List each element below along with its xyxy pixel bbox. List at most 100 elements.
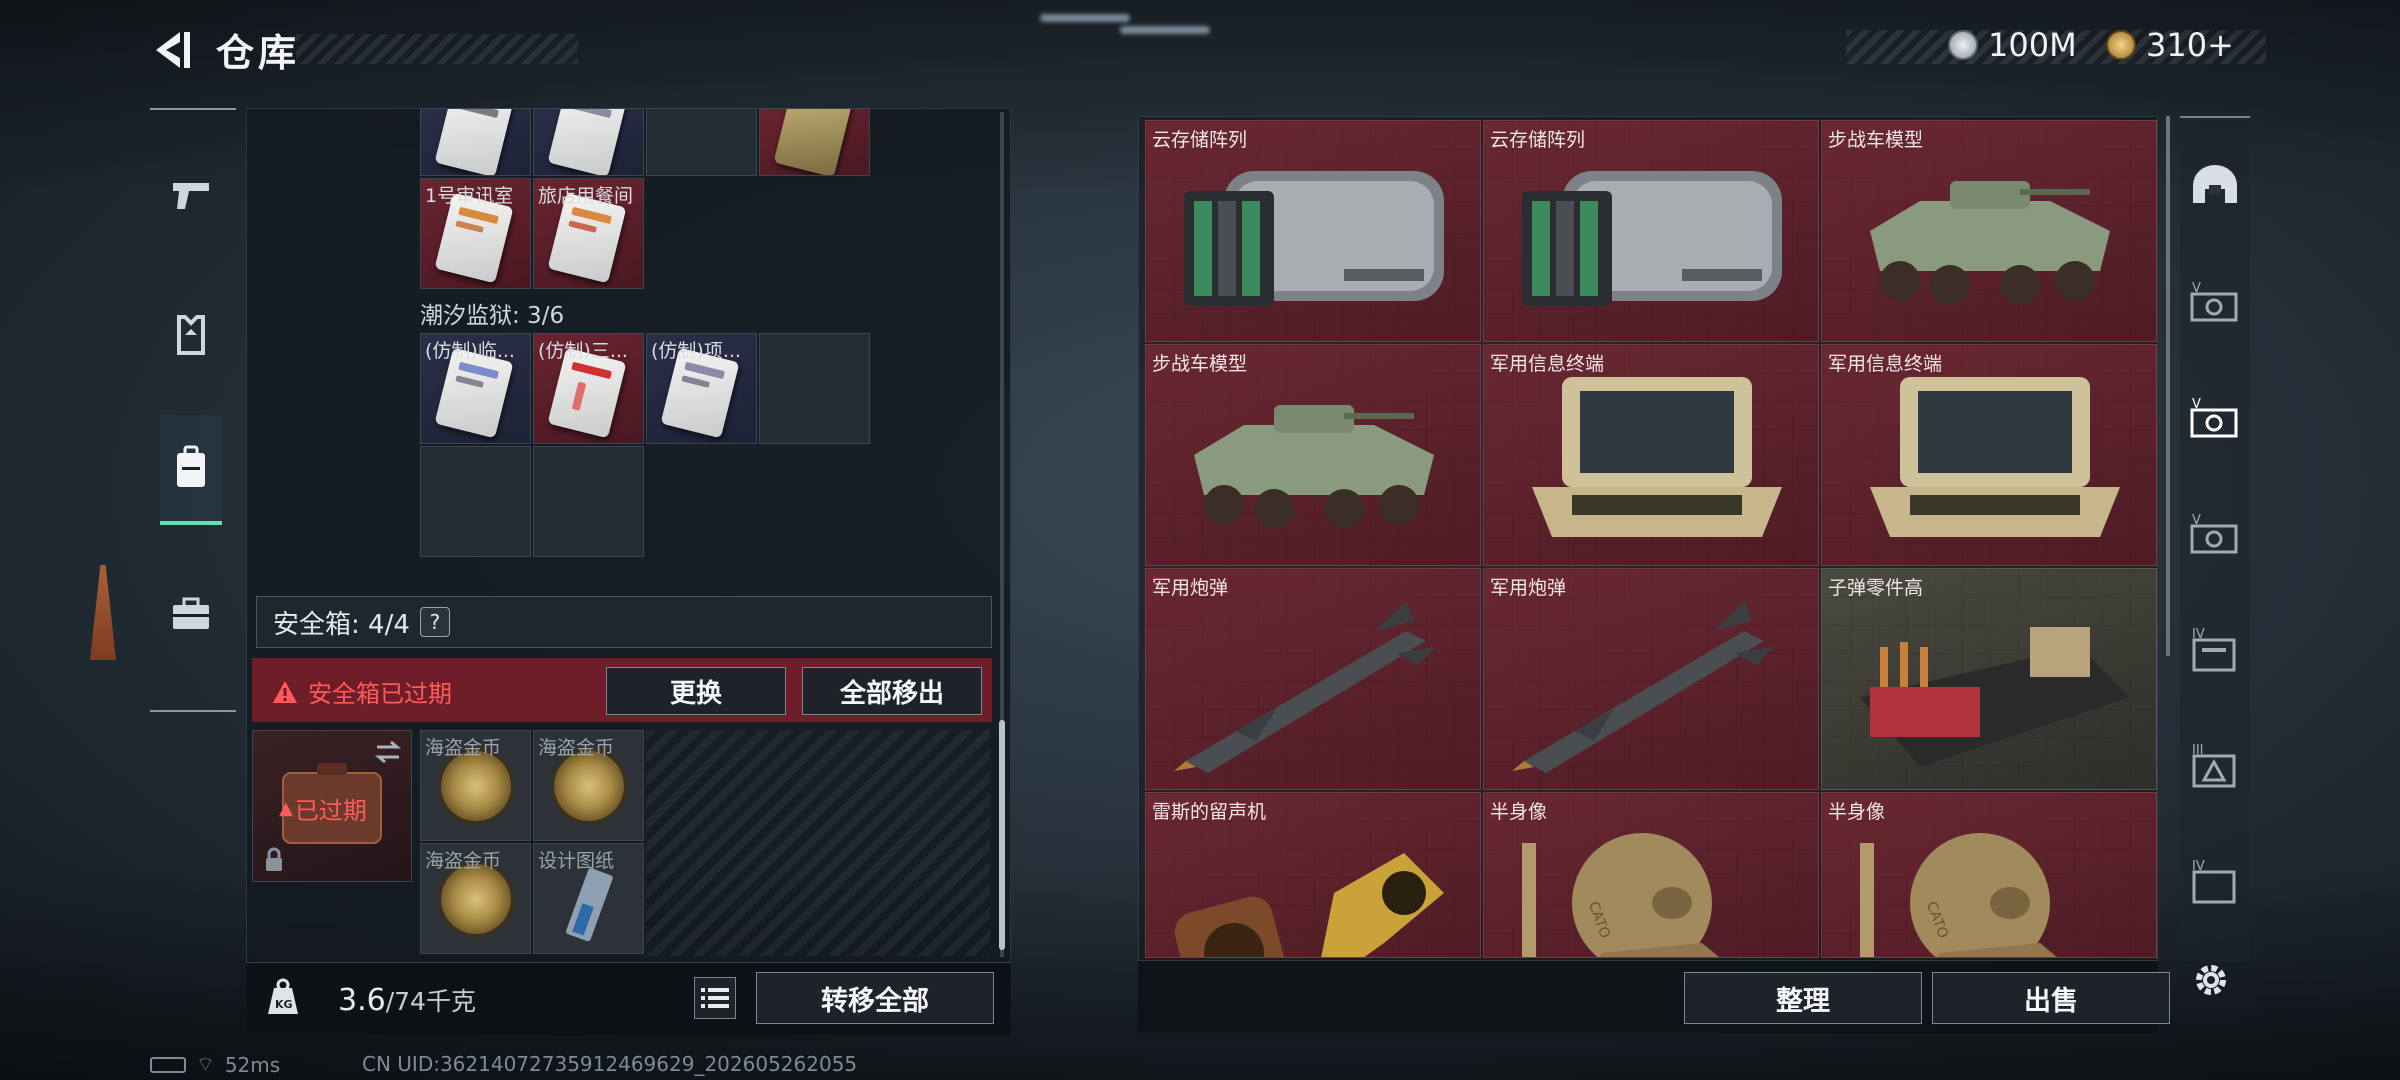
replace-button[interactable]: 更换 [606, 667, 786, 715]
filter-tier-v-3[interactable]: V [2186, 500, 2244, 570]
stash-item[interactable]: 1号审讯室 [420, 178, 531, 289]
stash-item[interactable]: (仿制)临... [420, 333, 531, 444]
container-scrollbar[interactable] [2166, 116, 2170, 656]
stash-item[interactable]: (仿制)三... [533, 333, 644, 444]
stash-cell-empty[interactable] [759, 333, 870, 444]
stash-cell-empty[interactable] [420, 446, 531, 557]
item-label: 军用炮弹 [1152, 577, 1229, 599]
item-label: 步战车模型 [1152, 353, 1248, 375]
container-item[interactable]: 军用炮弹 [1483, 568, 1819, 790]
currency-gold[interactable]: 310+ [2106, 26, 2234, 64]
container-item[interactable]: 子弹零件高 [1821, 568, 2157, 790]
backpack-icon [177, 445, 205, 487]
safe-item[interactable]: 海盗金币 [533, 730, 644, 841]
stash-cell[interactable] [533, 108, 644, 176]
remove-all-button[interactable]: 全部移出 [802, 667, 982, 715]
right-filter-nav: V V V IV III IV [2180, 116, 2250, 961]
pirate-coin-image [441, 751, 511, 821]
status-bar: ⌔ 52ms [150, 1052, 280, 1077]
container-item[interactable]: 雷斯的留声机 [1145, 792, 1481, 958]
filter-tier-iv-1[interactable]: IV [2186, 616, 2244, 686]
item-label: 雷斯的留声机 [1152, 801, 1267, 823]
stash-item[interactable]: (仿制)项... [646, 333, 757, 444]
weight-display: 3.6/74千克 [338, 982, 476, 1018]
stash-scroll-thumb[interactable] [999, 720, 1005, 950]
container-item[interactable]: 步战车模型 [1145, 344, 1481, 566]
safe-item[interactable]: 设计图纸 [533, 843, 644, 954]
container-item[interactable]: 云存储阵列 [1483, 120, 1819, 342]
tier-label: IV [2192, 859, 2205, 874]
stash-item[interactable]: 旅店用餐间 [533, 178, 644, 289]
stash-cell-empty[interactable] [533, 446, 644, 557]
wifi-icon: ⌔ [196, 1052, 215, 1076]
currency-gold-value: 310+ [2146, 26, 2234, 64]
container-item[interactable]: 军用炮弹 [1145, 568, 1481, 790]
stash-cell[interactable] [759, 108, 870, 176]
help-icon[interactable]: ? [419, 607, 450, 637]
item-label: 军用信息终端 [1828, 353, 1943, 375]
item-label: (仿制)临... [425, 340, 515, 362]
gramophone-image [1174, 853, 1444, 957]
item-label: 海盗金币 [425, 737, 502, 759]
item-label: (仿制)项... [651, 340, 741, 362]
transfer-all-button[interactable]: 转移全部 [756, 972, 994, 1024]
expired-banner: 安全箱已过期 更换 全部移出 [252, 658, 992, 722]
nav-armor[interactable] [160, 290, 222, 380]
container-item[interactable]: 步战车模型 [1821, 120, 2157, 342]
vest-tier-icon: IV [2192, 627, 2236, 672]
page-title: 仓库 [216, 31, 301, 75]
armor-vest-icon [177, 315, 205, 355]
currency-silver[interactable]: 100M [1948, 26, 2077, 64]
safe-item[interactable]: 海盗金币 [420, 843, 531, 954]
filter-tier-v-1[interactable]: V [2186, 268, 2244, 338]
blueprint-image [566, 868, 613, 942]
back-button[interactable] [150, 28, 196, 72]
item-label: 军用信息终端 [1490, 353, 1605, 375]
item-label: 子弹零件高 [1828, 577, 1924, 599]
nav-backpack[interactable] [160, 415, 222, 525]
vest-tier-icon: V [2190, 513, 2238, 554]
vehicle-image [1870, 181, 2110, 305]
gear-icon [2196, 965, 2226, 995]
uid-text: CN UID:36214072735912469629_202605262055 [362, 1052, 858, 1076]
terminal-image [1870, 377, 2120, 537]
pirate-coin-image [554, 751, 624, 821]
filter-tier-v-2[interactable]: V [2186, 384, 2244, 454]
filter-tier-iv-2[interactable]: IV [2186, 848, 2244, 918]
tier-label: IV [2192, 627, 2205, 642]
item-label: 步战车模型 [1828, 129, 1924, 151]
item-label: 设计图纸 [538, 850, 615, 872]
tier-label: V [2192, 397, 2201, 412]
swap-icon [374, 740, 402, 764]
stash-cell-empty[interactable] [646, 108, 757, 176]
item-label: 海盗金币 [425, 850, 502, 872]
list-view-button[interactable] [694, 977, 736, 1019]
safe-box-label: 安全箱: 4/4 [273, 609, 410, 640]
nav-weapons[interactable] [160, 150, 222, 240]
container-item[interactable]: CATO 半身像 [1821, 792, 2157, 958]
vest-tier-icon: III [2192, 743, 2236, 788]
container-item[interactable]: 军用信息终端 [1821, 344, 2157, 566]
sell-button[interactable]: 出售 [1932, 972, 2170, 1024]
missile-image [1174, 601, 1436, 773]
filter-helmet[interactable] [2186, 150, 2244, 220]
title-decoration [296, 34, 578, 64]
safe-item[interactable]: 海盗金币 [420, 730, 531, 841]
battery-icon [150, 1056, 186, 1073]
stash-cell[interactable] [420, 108, 531, 176]
bust-image: CATO [1860, 833, 2057, 957]
back-arrow-icon [156, 32, 190, 68]
filter-tier-iii[interactable]: III [2186, 732, 2244, 802]
expired-warning-text: 安全箱已过期 [308, 680, 452, 708]
nav-briefcase[interactable] [160, 570, 222, 660]
sort-button[interactable]: 整理 [1684, 972, 1922, 1024]
expired-badge: 已过期 [294, 797, 367, 825]
container-item[interactable]: CATO 半身像 [1483, 792, 1819, 958]
safe-box-slot[interactable]: ▲ 已过期 [252, 730, 412, 882]
container-item[interactable]: 军用信息终端 [1483, 344, 1819, 566]
ping-text: 52ms [224, 1052, 281, 1077]
item-label: (仿制)三... [538, 340, 628, 362]
container-item[interactable]: 云存储阵列 [1145, 120, 1481, 342]
expired-badge-icon: ▲ [279, 798, 293, 819]
settings-button[interactable] [2186, 955, 2236, 1005]
